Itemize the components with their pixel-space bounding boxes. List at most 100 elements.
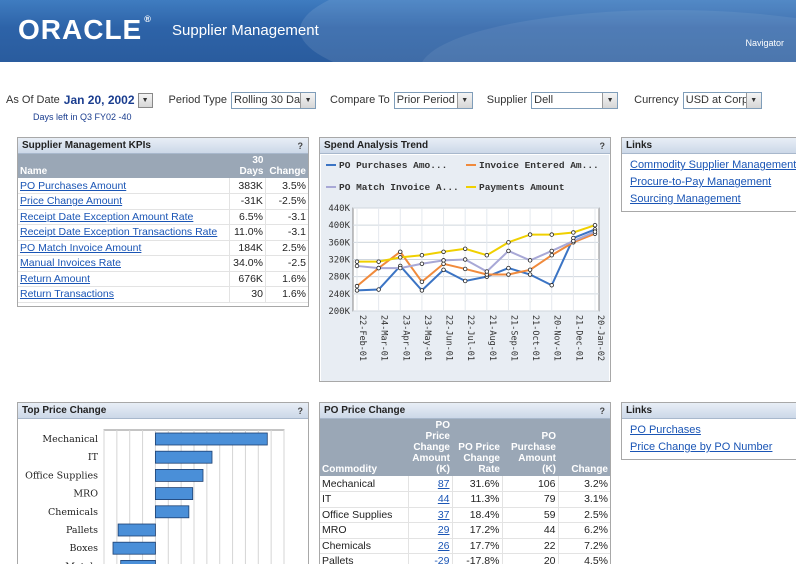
link-item[interactable]: PO Purchases: [630, 422, 788, 439]
po-row: MRO 29 17.2% 44 6.2%: [320, 522, 610, 539]
legend-swatch-icon: [466, 164, 476, 167]
chevron-down-icon[interactable]: ▼: [745, 92, 761, 108]
col-change-header[interactable]: Change: [558, 419, 610, 476]
x-tick-label: 21-Sep-01: [508, 315, 518, 361]
col-purchase-amount-header[interactable]: PO Purchase Amount (K): [502, 419, 558, 476]
x-tick-label: 23-May-01: [422, 315, 432, 361]
kpi-link[interactable]: Receipt Date Exception Amount Rate: [20, 211, 193, 223]
bar: [155, 469, 204, 482]
period-type-label: Period Type: [168, 94, 228, 106]
link-item[interactable]: Sourcing Management: [630, 191, 788, 208]
data-point: [462, 246, 468, 251]
help-icon[interactable]: ?: [600, 406, 606, 416]
kpi-name: Return Transactions: [18, 286, 230, 303]
po-row: IT 44 11.3% 79 3.1%: [320, 491, 610, 508]
data-point: [354, 259, 360, 264]
kpi-link[interactable]: Return Transactions: [20, 288, 114, 300]
kpi-link[interactable]: Manual Invoices Rate: [20, 257, 121, 269]
col-change-header[interactable]: Change: [265, 154, 308, 178]
data-point: [398, 249, 403, 254]
purchase-amount: 44: [501, 522, 558, 539]
currency-select[interactable]: USD at Corpc▼: [682, 91, 762, 109]
col-name-header[interactable]: Name: [18, 154, 230, 178]
links-portlet-bottom: Links PO Purchases Price Change by PO Num…: [621, 402, 796, 460]
y-tick-label: 400K: [328, 221, 350, 231]
data-point: [484, 269, 490, 274]
x-tick-label: 22-Jun-01: [444, 315, 454, 361]
legend-label: Payments Amount: [479, 182, 565, 193]
price-change-rate: 11.3%: [451, 491, 502, 508]
supplier-label: Supplier: [486, 94, 528, 106]
data-point: [527, 232, 533, 237]
kpi-name: Return Amount: [18, 271, 230, 287]
x-tick-label: 22-Feb-01: [357, 315, 367, 361]
kpi-link[interactable]: PO Match Invoice Amount: [20, 242, 141, 254]
as-of-date-value[interactable]: Jan 20, 2002: [64, 93, 135, 107]
link-item[interactable]: Price Change by PO Number: [630, 439, 788, 456]
legend-item: Payments Amount: [466, 182, 565, 193]
price-change-rate: 18.4%: [451, 507, 502, 523]
price-change-amount-link[interactable]: 29: [438, 524, 450, 536]
spend-title: Spend Analysis Trend: [324, 140, 429, 151]
chevron-down-icon[interactable]: ▼: [300, 92, 316, 108]
date-dropdown-icon[interactable]: ▼: [137, 92, 153, 108]
change-value: 6.2%: [557, 522, 610, 539]
price-change-amount-link[interactable]: 44: [438, 493, 450, 505]
link-item[interactable]: Procure-to-Pay Management: [630, 174, 788, 191]
compare-to-select[interactable]: Prior Period ▼: [393, 91, 473, 109]
data-point: [549, 253, 554, 258]
chevron-down-icon[interactable]: ▼: [456, 92, 472, 108]
link-item[interactable]: Commodity Supplier Management: [630, 157, 796, 174]
kpi-name: Price Change Amount: [18, 193, 230, 210]
kpi-days-value: 34.0%: [228, 255, 266, 272]
commodity-name: MRO: [320, 522, 408, 539]
commodity-name: IT: [320, 491, 408, 508]
kpi-link[interactable]: Receipt Date Exception Transactions Rate: [20, 226, 217, 238]
col-commodity-header[interactable]: Commodity: [320, 419, 408, 476]
y-tick-label: 320K: [328, 256, 350, 266]
oracle-logo: ORACLE ®: [18, 14, 152, 46]
period-type-select[interactable]: Rolling 30 Da ▼: [231, 91, 317, 109]
logo-text: ORACLE: [18, 14, 143, 45]
price-change-amount-link[interactable]: 37: [438, 509, 450, 521]
chevron-down-icon[interactable]: ▼: [602, 92, 618, 108]
spend-portlet: Spend Analysis Trend? PO Purchases Amo..…: [319, 137, 611, 382]
kpi-days-value: 30: [228, 286, 266, 303]
supplier-select[interactable]: Dell ▼: [531, 91, 619, 109]
price-change-amount-link[interactable]: 26: [438, 540, 450, 552]
price-change-amount-link[interactable]: -29: [434, 555, 449, 564]
help-icon[interactable]: ?: [298, 406, 304, 416]
price-change-amount-link[interactable]: 87: [438, 478, 450, 490]
kpi-portlet-header: Supplier Management KPIs?: [18, 138, 308, 154]
kpi-change-value: 1.6%: [264, 271, 308, 287]
change-value: 4.5%: [557, 553, 610, 564]
purchase-amount: 22: [501, 538, 558, 554]
col-price-change-amount-header[interactable]: PO Price Change Amount (K): [408, 419, 452, 476]
app-title: Supplier Management: [172, 22, 319, 39]
help-icon[interactable]: ?: [600, 141, 606, 151]
navigator-link[interactable]: Navigator: [745, 38, 784, 48]
po-price-table: Commodity PO Price Change Amount (K) PO …: [320, 419, 610, 564]
days-left-note: Days left in Q3 FY02 -40: [33, 112, 132, 122]
data-point: [506, 265, 511, 271]
kpi-link[interactable]: Return Amount: [20, 273, 90, 285]
x-tick-label: 21-Dec-01: [573, 315, 583, 361]
kpi-title: Supplier Management KPIs: [22, 140, 151, 151]
price-change-amount-cell: 44: [407, 491, 452, 508]
data-point: [549, 248, 554, 254]
kpi-link[interactable]: Price Change Amount: [20, 195, 122, 207]
col-days-header[interactable]: 30 Days: [229, 154, 266, 178]
price-change-amount-cell: 87: [407, 476, 452, 492]
x-tick-label: 22-Jul-01: [465, 315, 475, 361]
po-row: Mechanical 87 31.6% 106 3.2%: [320, 476, 610, 492]
price-change-rate: 17.7%: [451, 538, 502, 554]
col-price-change-rate-header[interactable]: PO Price Change Rate: [452, 419, 502, 476]
bar: [155, 505, 190, 519]
kpi-days-value: 676K: [228, 271, 266, 287]
links-header: Links: [622, 138, 796, 154]
x-tick-label: 21-Aug-01: [487, 315, 497, 361]
category-label: Boxes: [69, 543, 98, 554]
data-point: [419, 279, 425, 285]
help-icon[interactable]: ?: [298, 141, 304, 151]
kpi-link[interactable]: PO Purchases Amount: [20, 180, 126, 192]
